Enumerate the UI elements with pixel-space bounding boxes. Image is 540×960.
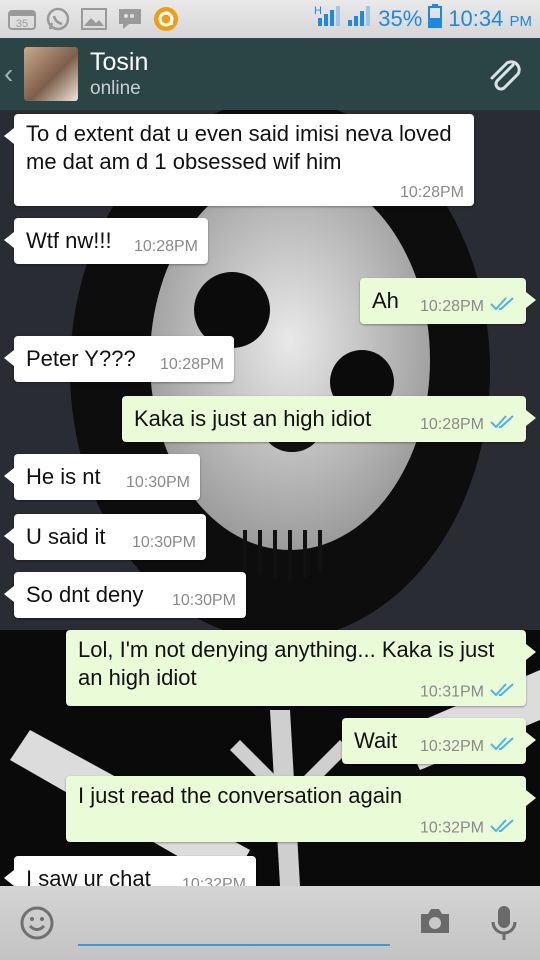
- message-text: So dnt deny: [26, 582, 144, 607]
- network-signal-icon: H: [314, 4, 341, 34]
- battery-icon: [428, 4, 443, 34]
- message-text: U said it: [26, 524, 106, 549]
- message-time: 10:32PM: [181, 876, 246, 886]
- app-icon: [152, 7, 180, 31]
- emoji-icon[interactable]: [20, 906, 54, 940]
- message-text: Wtf nw!!!: [26, 228, 112, 253]
- battery-percent: 35%: [378, 6, 423, 31]
- message-time: 10:28PM: [133, 238, 198, 255]
- read-receipt-icon: [490, 737, 516, 756]
- outgoing-message[interactable]: Kaka is just an high idiot 10:28PM: [122, 396, 536, 442]
- read-receipt-icon: [490, 683, 516, 702]
- message-time: 10:32PM: [419, 738, 484, 755]
- message-text: To d extent dat u even said imisi neva l…: [26, 121, 452, 174]
- incoming-message[interactable]: Peter Y??? 10:28PM: [4, 336, 234, 382]
- read-receipt-icon: [490, 819, 516, 838]
- bbm-icon: [116, 7, 144, 31]
- contact-name: Tosin: [90, 48, 149, 76]
- outgoing-message[interactable]: Ah 10:28PM: [360, 278, 536, 324]
- outgoing-message[interactable]: Lol, I'm not denying anything... Kaka is…: [66, 630, 536, 706]
- chat-wallpaper: To d extent dat u even said imisi neva l…: [0, 110, 540, 886]
- camera-icon[interactable]: [418, 906, 452, 936]
- message-time: 10:30PM: [171, 592, 236, 609]
- whatsapp-icon: [44, 7, 72, 31]
- incoming-message[interactable]: Wtf nw!!! 10:28PM: [4, 218, 208, 264]
- message-time: 10:28PM: [399, 184, 464, 201]
- message-text: He is nt: [26, 464, 101, 489]
- message-text: I just read the conversation again: [78, 783, 403, 808]
- message-text: Kaka is just an high idiot: [134, 406, 372, 431]
- signal-icon: [346, 4, 372, 34]
- read-receipt-icon: [490, 297, 516, 316]
- message-time: 10:31PM: [419, 683, 484, 701]
- message-time: 10:28PM: [159, 356, 224, 373]
- message-text: Peter Y???: [26, 346, 136, 371]
- chat-header: ‹ Tosin online: [0, 38, 540, 110]
- message-time: 10:30PM: [125, 474, 190, 491]
- outgoing-message[interactable]: I just read the conversation again 10:32P…: [66, 776, 536, 842]
- outgoing-message[interactable]: Wait 10:32PM: [342, 718, 536, 764]
- message-time: 10:30PM: [131, 534, 196, 551]
- clock: 10:34 PM: [448, 6, 532, 31]
- composer-bar: [0, 886, 540, 960]
- incoming-message[interactable]: So dnt deny 10:30PM: [4, 572, 246, 618]
- message-time: 10:32PM: [419, 819, 484, 837]
- calendar-icon: 35: [8, 7, 36, 31]
- calendar-day: 35: [16, 18, 28, 30]
- contact-status: online: [90, 78, 141, 99]
- message-text: Wait: [354, 728, 398, 753]
- incoming-message[interactable]: U said it 10:30PM: [4, 514, 206, 560]
- status-bar: 35 H 35% 10:34 PM: [0, 0, 540, 38]
- message-time: 10:28PM: [419, 298, 484, 315]
- message-time: 10:28PM: [419, 416, 484, 433]
- microphone-icon[interactable]: [490, 904, 518, 942]
- gallery-icon: [80, 7, 108, 31]
- message-text: Ah: [372, 288, 399, 313]
- svg-text:H: H: [314, 5, 322, 17]
- incoming-message[interactable]: To d extent dat u even said imisi neva l…: [4, 114, 474, 206]
- chevron-left-icon[interactable]: ‹: [0, 58, 22, 90]
- message-text: I saw ur chat: [26, 866, 151, 886]
- read-receipt-icon: [490, 415, 516, 434]
- message-input[interactable]: [78, 910, 390, 946]
- incoming-message[interactable]: He is nt 10:30PM: [4, 454, 200, 500]
- contact-info[interactable]: Tosin online: [90, 47, 148, 101]
- avatar[interactable]: [24, 47, 78, 101]
- incoming-message[interactable]: I saw ur chat 10:32PM: [4, 856, 256, 886]
- paperclip-icon[interactable]: [482, 52, 526, 96]
